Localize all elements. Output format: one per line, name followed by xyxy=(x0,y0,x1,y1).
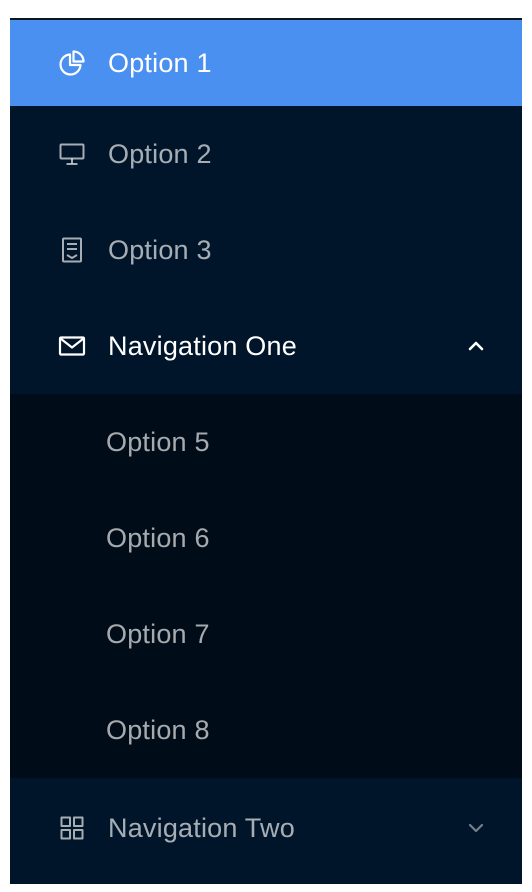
inbox-icon xyxy=(58,236,86,264)
appstore-icon xyxy=(58,814,86,842)
mail-icon xyxy=(58,332,86,360)
menu-item-label: Option 6 xyxy=(106,522,210,553)
menu-item-label: Option 5 xyxy=(106,426,210,457)
menu-item-option-6[interactable]: Option 6 xyxy=(10,490,522,586)
submenu-title-navigation-two[interactable]: Navigation Two xyxy=(10,778,522,878)
menu-item-option-2[interactable]: Option 2 xyxy=(10,106,522,202)
menu-item-label: Option 7 xyxy=(106,618,210,649)
submenu-title-label: Navigation One xyxy=(108,330,297,361)
submenu-title-label: Navigation Two xyxy=(108,812,295,843)
desktop-icon xyxy=(58,140,86,168)
menu-item-option-3[interactable]: Option 3 xyxy=(10,202,522,298)
side-menu: Option 1 Option 2 Option 3 Navigation On… xyxy=(10,20,522,884)
submenu-title-navigation-one[interactable]: Navigation One xyxy=(10,298,522,394)
menu-item-label: Option 1 xyxy=(108,47,212,78)
submenu-navigation-one: Option 5 Option 6 Option 7 Option 8 xyxy=(10,394,522,778)
menu-item-label: Option 3 xyxy=(108,234,212,265)
menu-item-option-1[interactable]: Option 1 xyxy=(10,20,522,106)
menu-item-option-7[interactable]: Option 7 xyxy=(10,586,522,682)
pie-chart-icon xyxy=(58,49,86,77)
menu-item-option-5[interactable]: Option 5 xyxy=(10,394,522,490)
chevron-down-icon xyxy=(466,818,486,838)
menu-item-label: Option 8 xyxy=(106,714,210,745)
menu-item-option-8[interactable]: Option 8 xyxy=(10,682,522,778)
chevron-up-icon xyxy=(466,336,486,356)
menu-item-label: Option 2 xyxy=(108,138,212,169)
